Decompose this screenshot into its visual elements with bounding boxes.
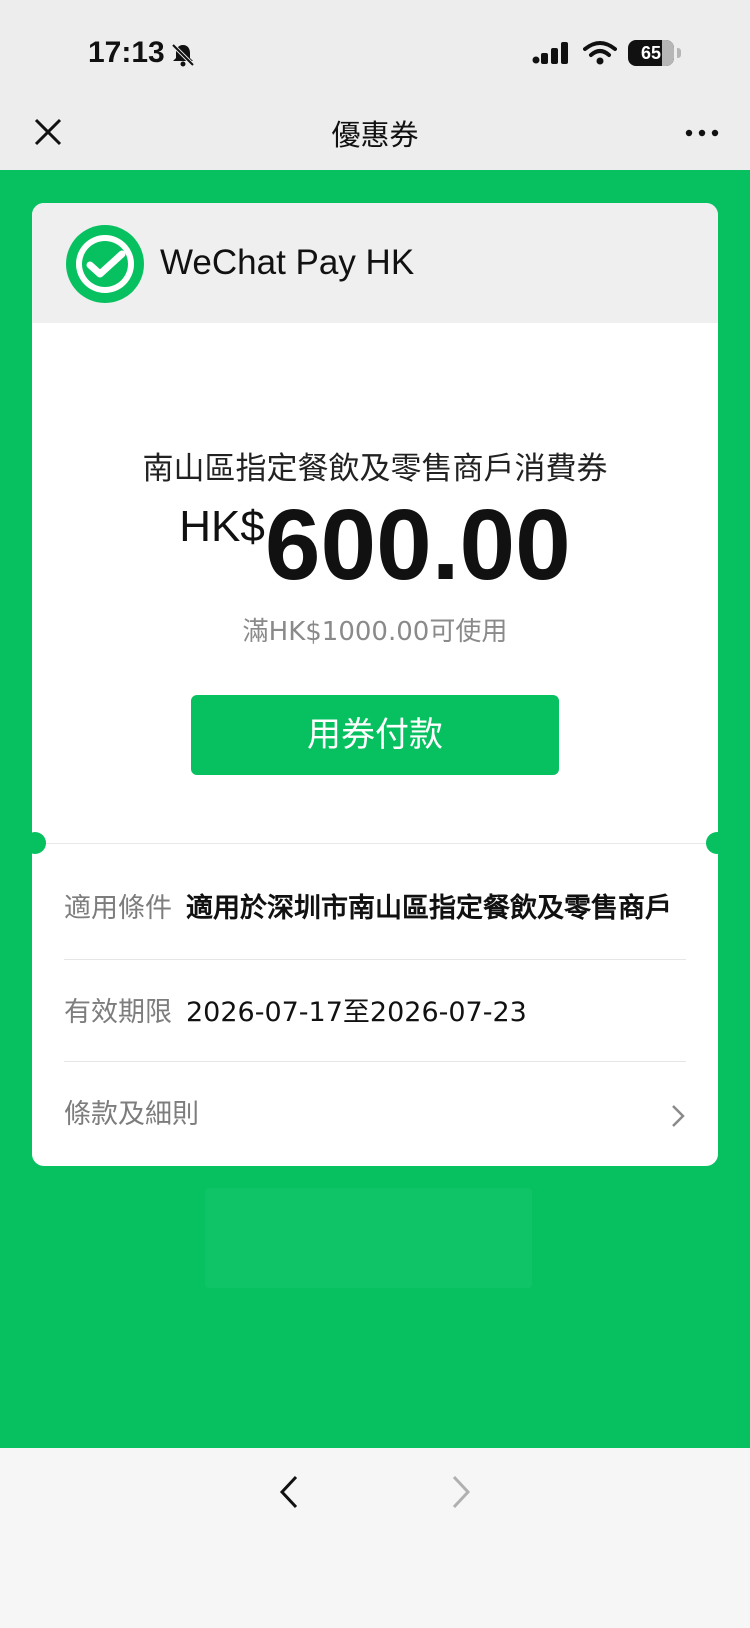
card-header: WeChat Pay HK <box>32 203 718 323</box>
page-title: 優惠券 <box>331 118 419 152</box>
battery-indicator: 65 <box>628 40 674 66</box>
signal-icon <box>532 42 568 64</box>
card-notch-left <box>24 832 46 854</box>
card-divider <box>32 843 718 844</box>
terms-label: 條款及細則 <box>64 1099 199 1130</box>
condition-label: 適用條件 <box>64 893 172 924</box>
currency-symbol: HK$ <box>179 502 265 551</box>
bottom-toolbar <box>0 1448 750 1628</box>
min-spend-text: 滿HK$1000.00可使用 <box>242 617 508 647</box>
condition-value: 適用於深圳市南山區指定餐飲及零售商戶 <box>186 893 672 924</box>
battery-tip <box>677 48 681 58</box>
validity-label: 有效期限 <box>64 997 172 1028</box>
coupon-card: WeChat Pay HK 南山區指定餐飲及零售商戶消費券 HK$600.00 … <box>32 203 718 1166</box>
wechat-pay-logo-icon <box>66 225 144 303</box>
forward-arrow-icon[interactable] <box>450 1474 472 1510</box>
validity-value: 2026-07-17至2026-07-23 <box>186 997 527 1028</box>
row-divider <box>64 959 686 960</box>
wifi-icon <box>583 41 617 65</box>
pay-with-coupon-button[interactable]: 用券付款 <box>191 695 559 775</box>
chevron-right-icon <box>672 1105 685 1127</box>
coupon-title: 南山區指定餐飲及零售商戶消費券 <box>142 451 608 487</box>
coupon-amount: HK$600.00 <box>32 495 718 595</box>
row-divider <box>64 1061 686 1062</box>
terms-row[interactable]: 條款及細則 <box>64 1065 686 1165</box>
amount-value: 600.00 <box>264 489 571 601</box>
background-panel <box>205 1188 532 1288</box>
battery-level: 65 <box>640 43 662 63</box>
bell-muted-icon <box>171 43 195 67</box>
back-arrow-icon[interactable] <box>278 1474 300 1510</box>
top-bar: 17:13 65 優惠券 <box>0 0 750 170</box>
status-time: 17:13 <box>88 36 165 69</box>
condition-row: 適用條件 適用於深圳市南山區指定餐飲及零售商戶 <box>64 859 686 959</box>
brand-name: WeChat Pay HK <box>160 243 415 282</box>
validity-row: 有效期限 2026-07-17至2026-07-23 <box>64 963 686 1063</box>
card-notch-right <box>706 832 728 854</box>
more-icon[interactable] <box>684 120 720 146</box>
